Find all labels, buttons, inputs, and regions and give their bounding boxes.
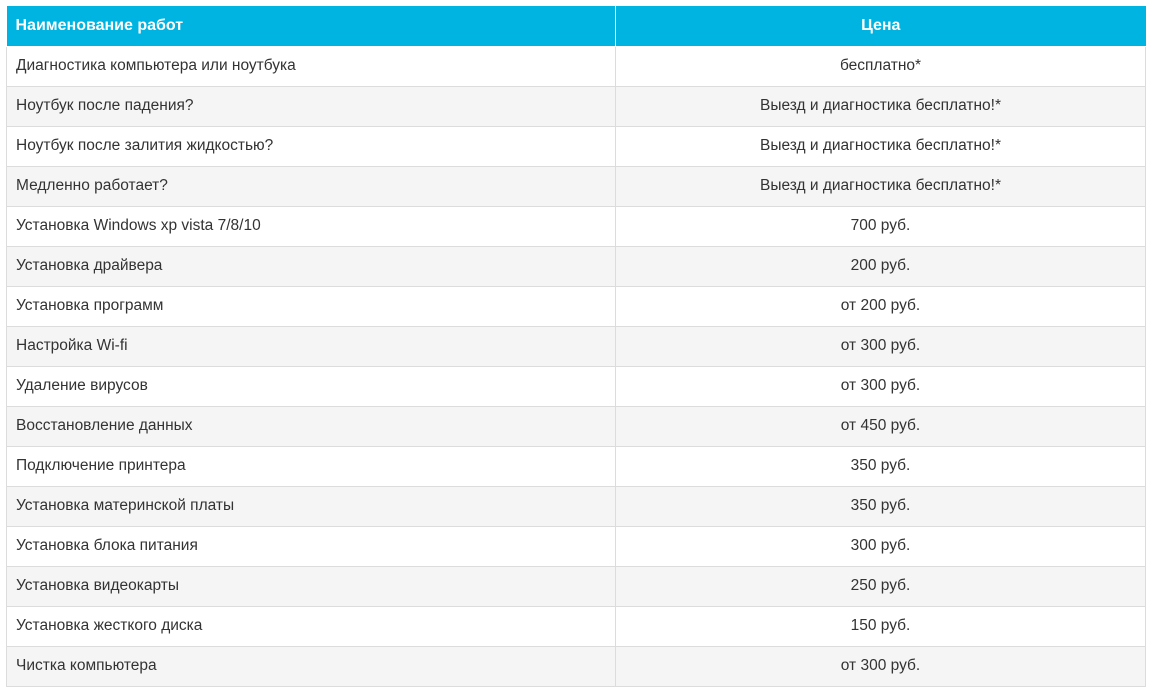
price-cell: Выезд и диагностика бесплатно!*: [615, 165, 1146, 207]
price-cell: от 300 руб.: [615, 325, 1146, 367]
price-cell: от 300 руб.: [615, 645, 1146, 687]
table-row: Установка Windows xp vista 7/8/10 700 руб…: [6, 205, 1146, 247]
price-cell: 250 руб.: [615, 565, 1146, 607]
table-body: Диагностика компьютера или ноутбука беспл…: [6, 45, 1146, 687]
price-cell: от 300 руб.: [615, 365, 1146, 407]
price-cell: от 450 руб.: [615, 405, 1146, 447]
table-row: Установка блока питания 300 руб.: [6, 525, 1146, 567]
price-cell: бесплатно*: [615, 45, 1146, 87]
price-table: Наименование работ Цена Диагностика комп…: [6, 6, 1146, 687]
price-table-container: Наименование работ Цена Диагностика комп…: [6, 6, 1146, 687]
service-name-cell: Настройка Wi-fi: [6, 325, 616, 367]
table-row: Установка видеокарты 250 руб.: [6, 565, 1146, 607]
service-name-cell: Установка материнской платы: [6, 485, 616, 527]
price-cell: 150 руб.: [615, 605, 1146, 647]
table-row: Восстановление данных от 450 руб.: [6, 405, 1146, 447]
table-header: Наименование работ Цена: [6, 6, 1146, 47]
table-row: Ноутбук после падения? Выезд и диагностик…: [6, 85, 1146, 127]
table-row: Ноутбук после залития жидкостью? Выезд и …: [6, 125, 1146, 167]
service-name-cell: Ноутбук после залития жидкостью?: [6, 125, 616, 167]
price-cell: от 200 руб.: [615, 285, 1146, 327]
column-header-service-name: Наименование работ: [6, 6, 616, 47]
table-row: Установка программ от 200 руб.: [6, 285, 1146, 327]
price-cell: 350 руб.: [615, 445, 1146, 487]
service-name-cell: Ноутбук после падения?: [6, 85, 616, 127]
price-cell: 300 руб.: [615, 525, 1146, 567]
service-name-cell: Установка блока питания: [6, 525, 616, 567]
service-name-cell: Восстановление данных: [6, 405, 616, 447]
service-name-cell: Установка видеокарты: [6, 565, 616, 607]
service-name-cell: Установка Windows xp vista 7/8/10: [6, 205, 616, 247]
table-row: Установка драйвера 200 руб.: [6, 245, 1146, 287]
table-row: Диагностика компьютера или ноутбука беспл…: [6, 45, 1146, 87]
header-row: Наименование работ Цена: [6, 6, 1146, 47]
service-name-cell: Установка жесткого диска: [6, 605, 616, 647]
price-cell: 700 руб.: [615, 205, 1146, 247]
table-row: Установка жесткого диска 150 руб.: [6, 605, 1146, 647]
service-name-cell: Медленно работает?: [6, 165, 616, 207]
table-row: Медленно работает? Выезд и диагностика бе…: [6, 165, 1146, 207]
service-name-cell: Удаление вирусов: [6, 365, 616, 407]
table-row: Настройка Wi-fi от 300 руб.: [6, 325, 1146, 367]
service-name-cell: Подключение принтера: [6, 445, 616, 487]
column-header-price: Цена: [615, 6, 1146, 47]
price-cell: 350 руб.: [615, 485, 1146, 527]
price-cell: 200 руб.: [615, 245, 1146, 287]
table-row: Чистка компьютера от 300 руб.: [6, 645, 1146, 687]
price-cell: Выезд и диагностика бесплатно!*: [615, 125, 1146, 167]
service-name-cell: Чистка компьютера: [6, 645, 616, 687]
table-row: Удаление вирусов от 300 руб.: [6, 365, 1146, 407]
service-name-cell: Установка программ: [6, 285, 616, 327]
service-name-cell: Установка драйвера: [6, 245, 616, 287]
price-cell: Выезд и диагностика бесплатно!*: [615, 85, 1146, 127]
table-row: Подключение принтера 350 руб.: [6, 445, 1146, 487]
service-name-cell: Диагностика компьютера или ноутбука: [6, 45, 616, 87]
table-row: Установка материнской платы 350 руб.: [6, 485, 1146, 527]
